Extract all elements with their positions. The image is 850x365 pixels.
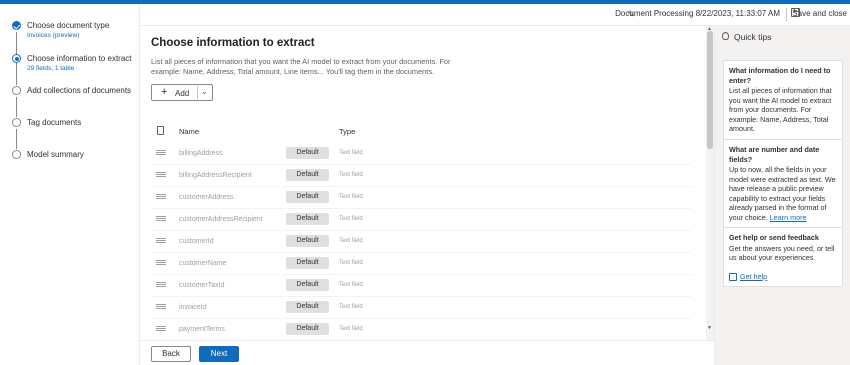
field-icon (156, 172, 166, 177)
field-name: customerAddressRecipient (179, 216, 263, 223)
lightbulb-icon (722, 32, 729, 40)
step-done-check-icon (12, 21, 21, 30)
scroll-down-arrow-icon[interactable]: ▼ (707, 325, 712, 331)
table-header: Name Type (151, 125, 691, 139)
step-pending-icon (12, 86, 21, 95)
field-icon (156, 260, 166, 265)
field-icon (156, 216, 166, 221)
field-type: Text field (339, 194, 363, 200)
main-content: Choose information to extract List all p… (140, 26, 706, 340)
table-row[interactable]: paymentTerms Default Text field (151, 319, 691, 340)
default-badge: Default (286, 147, 329, 159)
field-name: invoiceId (179, 304, 207, 311)
step-current-icon (12, 54, 21, 63)
default-badge: Default (286, 257, 329, 269)
page-description: List all pieces of information that you … (151, 57, 451, 76)
field-icon (156, 194, 166, 199)
table-row[interactable]: invoiceId Default Text field (151, 297, 691, 319)
step-connector (16, 65, 17, 85)
default-badge: Default (286, 323, 329, 335)
field-type: Text field (339, 304, 363, 310)
column-header-name[interactable]: Name (179, 127, 199, 136)
tip-card: What are number and date fields? Up to n… (723, 139, 843, 228)
add-button-label: Add (175, 89, 190, 98)
tip-card: What information do I need to enter? Lis… (723, 60, 843, 140)
field-type: Text field (339, 238, 363, 244)
step-connector (16, 97, 17, 117)
field-icon (156, 238, 166, 243)
field-type: Text field (339, 260, 363, 266)
tip-card: Get help or send feedback Get the answer… (723, 227, 843, 287)
page-title: Choose information to extract (151, 37, 315, 49)
field-type: Text field (339, 216, 363, 222)
wizard-footer: Back Next (140, 340, 714, 365)
field-name: customerTaxId (179, 282, 225, 289)
field-name: customerName (179, 260, 227, 267)
tip-title: What information do I need to enter? (729, 66, 831, 85)
field-name: customerId (179, 238, 214, 245)
field-icon (156, 326, 166, 331)
add-button-divider (197, 86, 198, 99)
field-icon (156, 150, 166, 155)
next-button[interactable]: Next (199, 346, 239, 362)
field-icon (156, 304, 166, 309)
step-label: Model summary (27, 150, 84, 159)
tip-body: List all pieces of information that you … (729, 86, 832, 133)
table-row[interactable]: billingAddress Default Text field (151, 143, 691, 165)
step-sublabel: Invoices (preview) (27, 32, 80, 39)
chevron-down-icon[interactable]: ⌄ (201, 87, 208, 96)
table-row[interactable]: customerId Default Text field (151, 231, 691, 253)
scroll-up-arrow-icon[interactable]: ▲ (707, 26, 712, 32)
tip-title: What are number and date fields? (729, 145, 820, 164)
plus-icon: + (161, 86, 168, 98)
column-header-type[interactable]: Type (339, 127, 355, 136)
field-icon (156, 282, 166, 287)
step-label: Tag documents (27, 118, 82, 127)
tip-title: Get help or send feedback (729, 233, 819, 242)
scrollbar-thumb[interactable] (707, 31, 713, 149)
step-connector (16, 129, 17, 149)
step-label: Add collections of documents (27, 86, 132, 95)
help-icon[interactable] (729, 272, 737, 281)
field-name: paymentTerms (179, 326, 225, 333)
table-row[interactable]: customerAddress Default Text field (151, 187, 691, 209)
default-badge: Default (286, 301, 329, 313)
table-row[interactable]: customerTaxId Default Text field (151, 275, 691, 297)
page-header: ✎ Document Processing 8/22/2023, 11:33:0… (140, 4, 850, 26)
wizard-stepper: Choose document type Invoices (preview) … (0, 4, 140, 365)
default-badge: Default (286, 279, 329, 291)
get-help-link[interactable]: Get help (740, 272, 767, 281)
field-name: billingAddress (179, 150, 223, 157)
quick-tips-panel: Quick tips What information do I need to… (714, 26, 850, 365)
table-row[interactable]: billingAddressRecipient Default Text fie… (151, 165, 691, 187)
header-divider (786, 8, 787, 21)
save-and-close-button[interactable]: Save and close (792, 9, 847, 18)
step-label: Choose document type (27, 21, 110, 30)
field-name: billingAddressRecipient (179, 172, 252, 179)
default-badge: Default (286, 169, 329, 181)
add-button[interactable]: + Add ⌄ (151, 84, 213, 101)
tip-body: Get the answers you need, or tell us abo… (729, 243, 835, 263)
back-button[interactable]: Back (151, 346, 191, 362)
quick-tips-title: Quick tips (734, 32, 772, 42)
step-pending-icon (12, 150, 21, 159)
field-type: Text field (339, 282, 363, 288)
field-type: Text field (339, 172, 363, 178)
field-name: customerAddress (179, 194, 234, 201)
default-badge: Default (286, 191, 329, 203)
default-badge: Default (286, 235, 329, 247)
table-row[interactable]: customerName Default Text field (151, 253, 691, 275)
document-title[interactable]: Document Processing 8/22/2023, 11:33:07 … (615, 9, 780, 18)
step-pending-icon (12, 118, 21, 127)
default-badge: Default (286, 213, 329, 225)
step-label: Choose information to extract (27, 54, 132, 63)
step-sublabel: 29 fields, 1 table (27, 65, 75, 72)
document-icon (157, 126, 164, 135)
field-type: Text field (339, 326, 363, 332)
learn-more-link[interactable]: Learn more (770, 213, 807, 222)
table-row[interactable]: customerAddressRecipient Default Text fi… (151, 209, 691, 231)
field-type: Text field (339, 150, 363, 156)
